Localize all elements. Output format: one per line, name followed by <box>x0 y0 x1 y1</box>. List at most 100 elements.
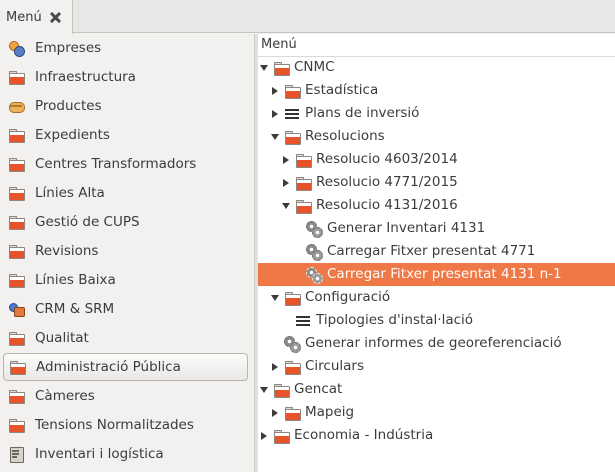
sidebar-item[interactable]: Expedients <box>3 121 248 149</box>
sidebar-item[interactable]: Administració Pública <box>3 353 248 381</box>
expand-arrow-icon[interactable] <box>280 177 292 189</box>
folder-icon <box>8 69 25 85</box>
sidebar-item[interactable]: Inventari i logística <box>3 440 248 468</box>
tree-row-label: Resolucio 4603/2014 <box>316 150 458 167</box>
tree-row[interactable]: Plans de inversió <box>258 102 615 125</box>
sidebar-item[interactable]: Línies Baixa <box>3 266 248 294</box>
folder-icon <box>8 388 25 404</box>
tree-row-label: Estadística <box>305 81 379 98</box>
folder-icon <box>284 83 301 99</box>
tree-row-label: CNMC <box>294 58 335 75</box>
menu-tree: Menú CNMC Estadística Plans de inversió Res… <box>258 34 615 472</box>
tab-bar: Menú <box>0 0 615 34</box>
tree-row[interactable]: Estadística <box>258 79 615 102</box>
collapse-arrow-icon[interactable] <box>269 131 281 143</box>
box-icon <box>8 98 25 114</box>
tree-row-label: Carregar Fitxer presentat 4131 n-1 <box>327 265 562 282</box>
tree-column-header[interactable]: Menú <box>258 34 615 57</box>
tree-row-label: Gencat <box>294 380 343 397</box>
sidebar-item-label: Centres Transformadors <box>35 156 197 172</box>
collapse-arrow-icon[interactable] <box>258 62 270 74</box>
folder-icon <box>8 330 25 346</box>
sidebar-item[interactable]: Tensions Normalitzades <box>3 411 248 439</box>
folder-icon <box>8 156 25 172</box>
sidebar-item[interactable]: Centres Transformadors <box>3 150 248 178</box>
collapse-arrow-icon[interactable] <box>269 292 281 304</box>
sidebar-item[interactable]: Infraestructura <box>3 63 248 91</box>
folder-icon <box>8 214 25 230</box>
folder-icon <box>273 382 290 398</box>
folder-icon <box>9 359 26 375</box>
folder-icon <box>284 405 301 421</box>
expand-arrow-icon[interactable] <box>269 361 281 373</box>
list-icon <box>295 312 311 329</box>
tree-row[interactable]: Mapeig <box>258 401 615 424</box>
expand-arrow-icon[interactable] <box>269 108 281 120</box>
sidebar-item[interactable]: CRM & SRM <box>3 295 248 323</box>
tree-row[interactable]: Resolucio 4771/2015 <box>258 171 615 194</box>
tree-row-label: Economia - Indústria <box>294 426 434 443</box>
sidebar-item-label: Qualitat <box>35 330 89 346</box>
sidebar-item-label: Empreses <box>35 40 102 56</box>
inventory-icon <box>8 446 24 463</box>
sidebar-item[interactable]: Qualitat <box>3 324 248 352</box>
tree-row-label: Carregar Fitxer presentat 4771 <box>327 242 536 259</box>
sidebar-item-label: Gestió de CUPS <box>35 214 140 230</box>
folder-icon <box>295 198 312 214</box>
tree-row[interactable]: Circulars <box>258 355 615 378</box>
tree-row[interactable]: Generar informes de georeferenciació <box>258 332 615 355</box>
collapse-arrow-icon[interactable] <box>280 200 292 212</box>
sidebar-item-label: Productes <box>35 98 102 114</box>
tree-row[interactable]: Configuració <box>258 286 615 309</box>
tree-row[interactable]: Resolucio 4603/2014 <box>258 148 615 171</box>
sidebar-item[interactable]: Càmeres <box>3 382 248 410</box>
tree-row-label: Circulars <box>305 357 365 374</box>
tree-row-label: Resolucio 4771/2015 <box>316 173 458 190</box>
sidebar-item[interactable]: Gestió de CUPS <box>3 208 248 236</box>
folder-icon <box>284 359 301 375</box>
sidebar-item-label: Càmeres <box>35 388 95 404</box>
folder-icon <box>295 152 312 168</box>
tree-row[interactable]: Generar Inventari 4131 <box>258 217 615 240</box>
gears-icon <box>284 335 301 353</box>
folder-icon <box>8 417 25 433</box>
expand-arrow-icon[interactable] <box>269 85 281 97</box>
expand-arrow-icon[interactable] <box>269 407 281 419</box>
tree-row[interactable]: Carregar Fitxer presentat 4131 n-1 <box>258 263 615 286</box>
tree-row[interactable]: Gencat <box>258 378 615 401</box>
folder-icon <box>284 290 301 306</box>
gears-icon <box>306 266 323 284</box>
sidebar-item-label: Expedients <box>35 127 110 143</box>
sidebar-item[interactable]: Línies Alta <box>3 179 248 207</box>
close-icon[interactable] <box>48 10 62 24</box>
crm-icon <box>8 301 25 317</box>
tree-row-label: Resolucio 4131/2016 <box>316 196 458 213</box>
sidebar-item-label: Línies Alta <box>35 185 105 201</box>
folder-icon <box>295 175 312 191</box>
tree-row[interactable]: CNMC <box>258 56 615 79</box>
sidebar-item-label: Tensions Normalitzades <box>35 417 194 433</box>
tree-row[interactable]: Tipologies d'instal·lació <box>258 309 615 332</box>
expand-arrow-icon[interactable] <box>280 154 292 166</box>
folder-icon <box>8 272 25 288</box>
people-icon <box>8 40 25 57</box>
sidebar-item[interactable]: Empreses <box>3 34 248 62</box>
tab-menu-label: Menú <box>6 9 42 25</box>
folder-icon <box>8 127 25 143</box>
expand-arrow-icon[interactable] <box>258 430 270 442</box>
collapse-arrow-icon[interactable] <box>258 384 270 396</box>
folder-icon <box>8 243 25 259</box>
tree-row-label: Generar Inventari 4131 <box>327 219 486 236</box>
sidebar-item[interactable]: Productes <box>3 92 248 120</box>
sidebar-item-label: Línies Baixa <box>35 272 116 288</box>
tree-row[interactable]: Resolucio 4131/2016 <box>258 194 615 217</box>
tree-row[interactable]: Resolucions <box>258 125 615 148</box>
sidebar-item[interactable]: Revisions <box>3 237 248 265</box>
sidebar-item-label: Infraestructura <box>35 69 136 85</box>
tree-row[interactable]: Carregar Fitxer presentat 4771 <box>258 240 615 263</box>
folder-icon <box>273 428 290 444</box>
folder-icon <box>284 129 301 145</box>
tree-row[interactable]: Economia - Indústria <box>258 424 615 447</box>
folder-icon <box>273 60 290 76</box>
tab-menu[interactable]: Menú <box>0 0 73 34</box>
